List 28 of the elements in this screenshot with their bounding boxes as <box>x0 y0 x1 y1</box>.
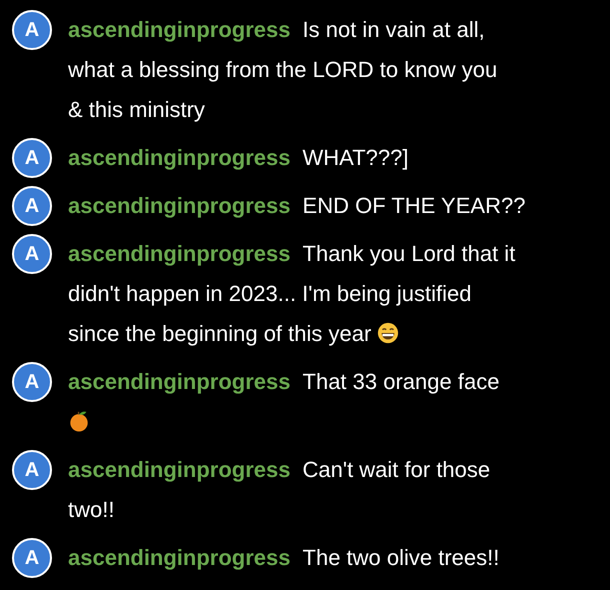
message-text: Can't wait for those <box>302 457 490 482</box>
username[interactable]: ascendinginprogress <box>68 457 291 482</box>
username[interactable]: ascendinginprogress <box>68 369 291 394</box>
message-text: two!! <box>68 497 114 522</box>
avatar: A <box>12 186 52 226</box>
tangerine-icon <box>68 410 90 432</box>
avatar: A <box>12 538 52 578</box>
username[interactable]: ascendinginprogress <box>68 193 291 218</box>
username[interactable]: ascendinginprogress <box>68 145 291 170</box>
avatar: A <box>12 450 52 490</box>
message-text: Is not in vain at all, <box>302 17 485 42</box>
message-text: That 33 orange face <box>302 369 500 394</box>
username[interactable]: ascendinginprogress <box>68 241 291 266</box>
avatar: A <box>12 362 52 402</box>
message-text: & this ministry <box>68 97 205 122</box>
message-text: WHAT???] <box>302 145 408 170</box>
message-text: since the beginning of this year <box>68 321 372 346</box>
grinning-face-icon <box>377 322 400 344</box>
avatar: A <box>12 10 52 50</box>
username[interactable]: ascendinginprogress <box>68 17 291 42</box>
message-text: what a blessing from the LORD to know you <box>68 57 498 82</box>
avatar: A <box>12 138 52 178</box>
message-text: Thank you Lord that it <box>302 241 516 266</box>
message-text: didn't happen in 2023... I'm being justified <box>68 281 472 306</box>
username[interactable]: ascendinginprogress <box>68 545 291 570</box>
avatar: A <box>12 234 52 274</box>
message-text: END OF THE YEAR?? <box>302 193 526 218</box>
message-text: The two olive trees!! <box>302 545 500 570</box>
